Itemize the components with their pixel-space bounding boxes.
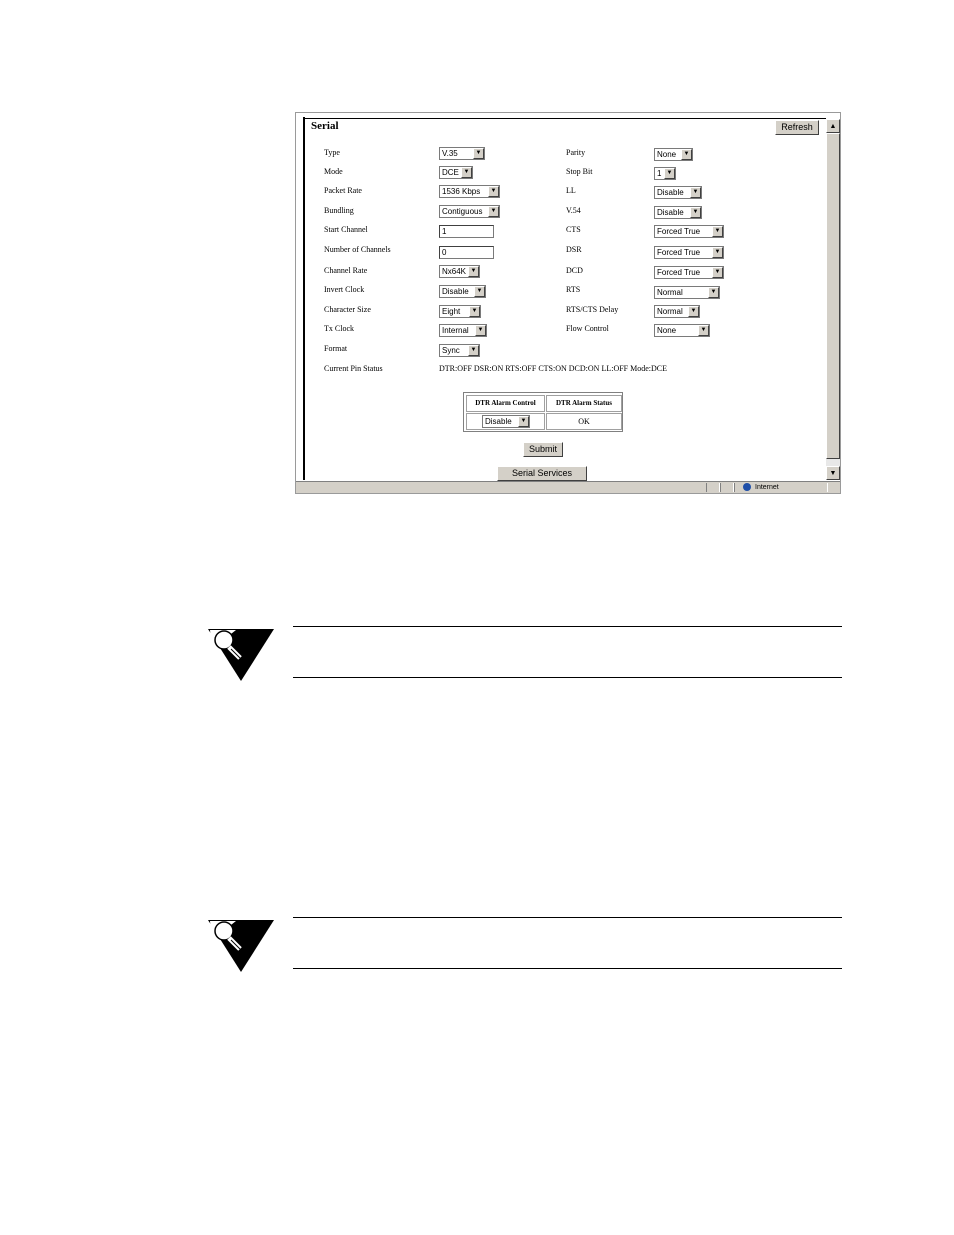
dtr-alarm-control-select[interactable]: Disable ▼ <box>482 415 530 428</box>
channel-rate-select[interactable]: Nx64K ▼ <box>439 265 480 278</box>
channel-rate-label: Channel Rate <box>324 266 368 275</box>
format-label: Format <box>324 344 348 353</box>
bundling-label: Bundling <box>324 206 354 215</box>
number-of-channels-input[interactable]: 0 <box>439 246 494 259</box>
frame-top-border <box>305 118 826 119</box>
lightbulb-note-icon <box>208 920 274 972</box>
chevron-down-icon: ▼ <box>708 287 719 298</box>
note-top-rule <box>293 626 842 627</box>
chevron-down-icon: ▼ <box>681 149 692 160</box>
packet-rate-label: Packet Rate <box>324 186 362 195</box>
chevron-down-icon: ▼ <box>712 247 723 258</box>
dtr-alarm-control-header: DTR Alarm Control <box>466 395 545 412</box>
note-top-rule <box>293 917 842 918</box>
rts-select[interactable]: Normal ▼ <box>654 286 720 299</box>
v54-select[interactable]: Disable ▼ <box>654 206 702 219</box>
note-bottom-rule <box>293 677 842 678</box>
dsr-select[interactable]: Forced True ▼ <box>654 246 724 259</box>
chevron-down-icon: ▼ <box>712 226 723 237</box>
parity-select[interactable]: None ▼ <box>654 148 693 161</box>
current-pin-status-value: DTR:OFF DSR:ON RTS:OFF CTS:ON DCD:ON LL:… <box>439 364 668 373</box>
status-segment <box>720 483 734 492</box>
number-of-channels-label: Number of Channels <box>324 245 391 254</box>
chevron-down-icon: ▼ <box>469 306 480 317</box>
dtr-alarm-status-value: OK <box>546 413 622 430</box>
chevron-down-icon: ▼ <box>664 168 675 179</box>
invert-clock-label: Invert Clock <box>324 285 365 294</box>
serial-config-page: Serial Refresh Type V.35 ▼ Mode DCE ▼ Pack… <box>296 113 826 481</box>
current-pin-status-label: Current Pin Status <box>324 364 383 373</box>
character-size-label: Character Size <box>324 305 371 314</box>
dtr-alarm-status-header: DTR Alarm Status <box>546 395 622 412</box>
chevron-down-icon: ▼ <box>690 207 701 218</box>
chevron-down-icon: ▼ <box>474 286 485 297</box>
frame-left-border <box>303 117 305 480</box>
dcd-select[interactable]: Forced True ▼ <box>654 266 724 279</box>
scroll-thumb[interactable] <box>826 133 840 459</box>
rts-cts-delay-label: RTS/CTS Delay <box>566 305 619 314</box>
dtr-alarm-table: DTR Alarm Control DTR Alarm Status Disab… <box>463 392 623 432</box>
format-select[interactable]: Sync ▼ <box>439 344 480 357</box>
scroll-up-icon[interactable]: ▲ <box>826 119 840 133</box>
chevron-down-icon: ▼ <box>468 345 479 356</box>
chevron-down-icon: ▼ <box>473 148 484 159</box>
globe-icon <box>743 483 751 491</box>
type-select[interactable]: V.35 ▼ <box>439 147 485 160</box>
chevron-down-icon: ▼ <box>688 306 699 317</box>
tx-clock-select[interactable]: Internal ▼ <box>439 324 487 337</box>
chevron-down-icon: ▼ <box>488 186 499 197</box>
chevron-down-icon: ▼ <box>698 325 709 336</box>
cts-label: CTS <box>566 225 581 234</box>
lightbulb-note-icon <box>208 629 274 681</box>
stop-bit-select[interactable]: 1 ▼ <box>654 167 676 180</box>
start-channel-input[interactable]: 1 <box>439 225 494 238</box>
cts-select[interactable]: Forced True ▼ <box>654 225 724 238</box>
parity-label: Parity <box>566 148 586 157</box>
note-bottom-rule <box>293 968 842 969</box>
ll-select[interactable]: Disable ▼ <box>654 186 702 199</box>
submit-button[interactable]: Submit <box>523 442 563 457</box>
v54-label: V.54 <box>566 206 581 215</box>
tx-clock-label: Tx Clock <box>324 324 354 333</box>
stop-bit-label: Stop Bit <box>566 167 593 176</box>
flow-control-label: Flow Control <box>566 324 609 333</box>
browser-window: Serial Refresh Type V.35 ▼ Mode DCE ▼ Pack… <box>295 112 841 494</box>
status-bar: Internet <box>296 481 840 493</box>
chevron-down-icon: ▼ <box>461 167 472 178</box>
type-label: Type <box>324 148 340 157</box>
refresh-button[interactable]: Refresh <box>775 120 819 135</box>
invert-clock-select[interactable]: Disable ▼ <box>439 285 486 298</box>
ll-label: LL <box>566 186 576 195</box>
chevron-down-icon: ▼ <box>690 187 701 198</box>
mode-select[interactable]: DCE ▼ <box>439 166 473 179</box>
bundling-select[interactable]: Contiguous ▼ <box>439 205 500 218</box>
dsr-label: DSR <box>566 245 582 254</box>
dtr-alarm-control-cell: Disable ▼ <box>466 413 545 430</box>
mode-label: Mode <box>324 167 343 176</box>
status-segment <box>706 483 720 492</box>
chevron-down-icon: ▼ <box>518 416 529 427</box>
vertical-scrollbar[interactable]: ▲ ▼ <box>826 119 840 480</box>
scroll-down-icon[interactable]: ▼ <box>826 466 840 480</box>
character-size-select[interactable]: Eight ▼ <box>439 305 481 318</box>
packet-rate-select[interactable]: 1536 Kbps ▼ <box>439 185 500 198</box>
dcd-label: DCD <box>566 266 583 275</box>
start-channel-label: Start Channel <box>324 225 368 234</box>
panel-title: Serial <box>311 120 339 132</box>
chevron-down-icon: ▼ <box>475 325 486 336</box>
flow-control-select[interactable]: None ▼ <box>654 324 710 337</box>
chevron-down-icon: ▼ <box>468 266 479 277</box>
rts-cts-delay-select[interactable]: Normal ▼ <box>654 305 700 318</box>
chevron-down-icon: ▼ <box>712 267 723 278</box>
chevron-down-icon: ▼ <box>488 206 499 217</box>
serial-services-button[interactable]: Serial Services <box>497 466 587 481</box>
rts-label: RTS <box>566 285 581 294</box>
security-zone-label: Internet <box>755 484 779 491</box>
